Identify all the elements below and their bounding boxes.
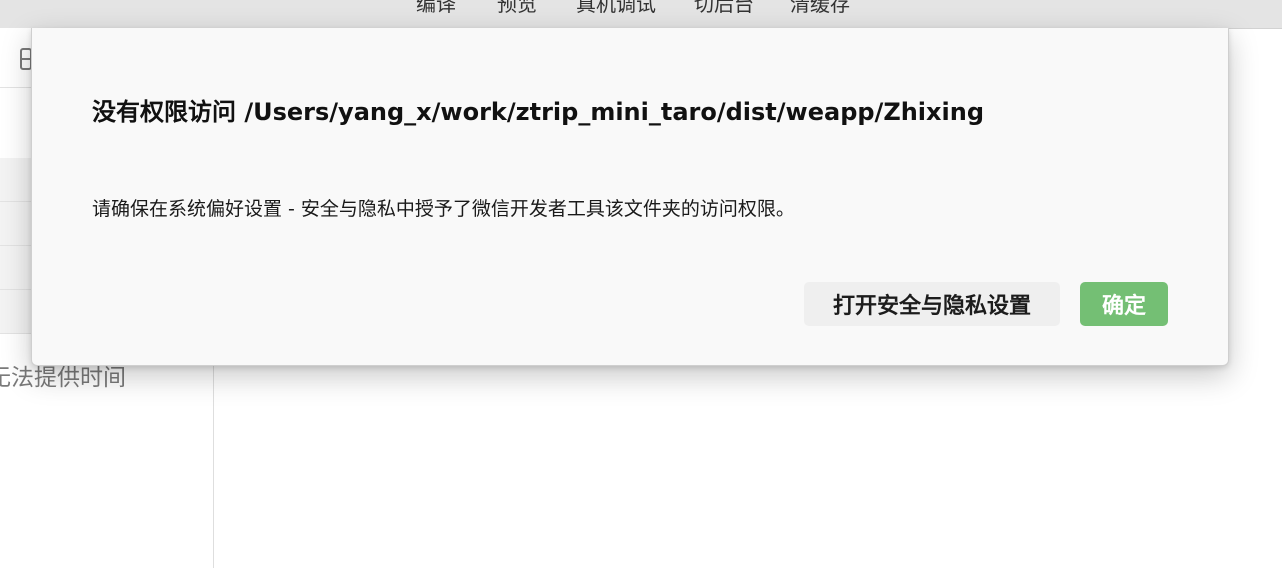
confirm-button[interactable]: 确定 xyxy=(1080,282,1168,326)
dialog-title: 没有权限访问 /Users/yang_x/work/ztrip_mini_tar… xyxy=(92,98,985,126)
dialog-message: 请确保在系统偏好设置 - 安全与隐私中授予了微信开发者工具该文件夹的访问权限。 xyxy=(92,198,795,220)
switch-background-button[interactable]: 切后台 xyxy=(694,0,754,17)
open-security-settings-button[interactable]: 打开安全与隐私设置 xyxy=(804,282,1060,326)
top-toolbar: 编译 预览 真机调试 切后台 清缓存 xyxy=(0,0,1282,29)
compile-button[interactable]: 编译 xyxy=(416,0,456,17)
permission-dialog: 没有权限访问 /Users/yang_x/work/ztrip_mini_tar… xyxy=(31,28,1229,366)
device-debug-button[interactable]: 真机调试 xyxy=(576,0,656,17)
app-window: 编译 预览 真机调试 切后台 清缓存 无法提供时间 没有权限访问 /Users/… xyxy=(0,0,1282,568)
preview-button[interactable]: 预览 xyxy=(497,0,537,17)
clear-cache-button[interactable]: 清缓存 xyxy=(790,0,850,17)
